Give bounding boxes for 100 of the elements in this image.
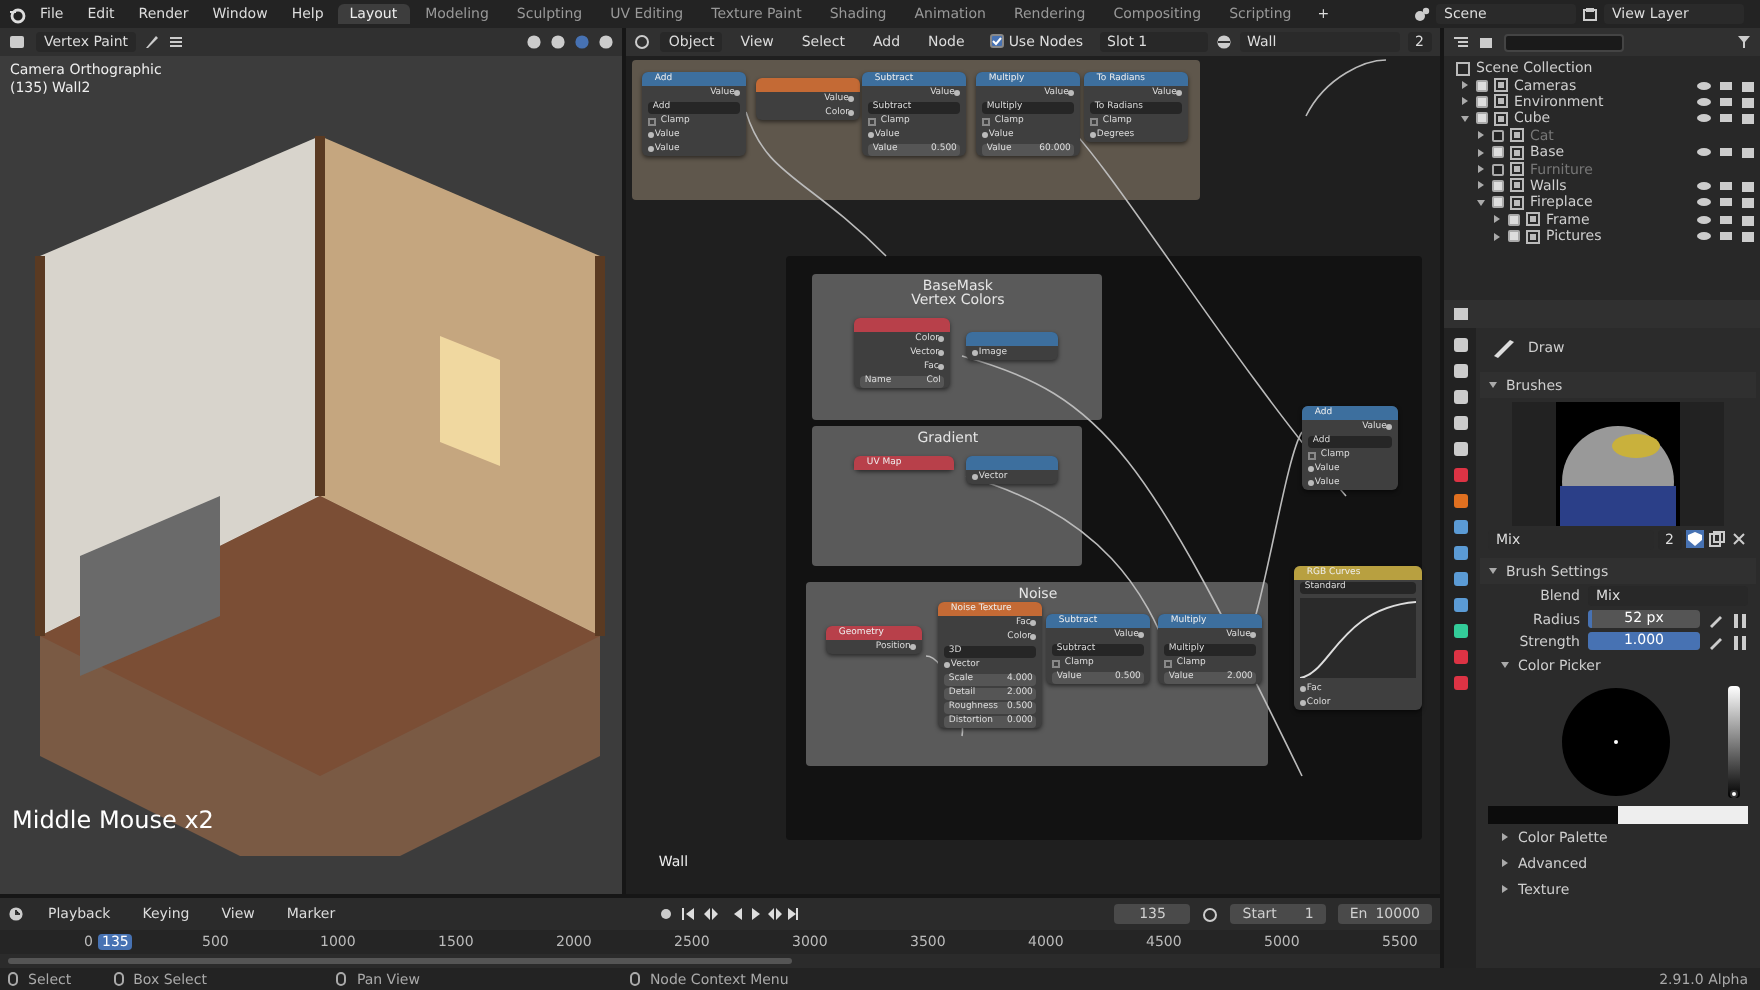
collection-checkbox[interactable] — [1508, 230, 1520, 243]
secondary-color-swatch[interactable] — [1618, 806, 1748, 824]
collection-checkbox[interactable] — [1476, 79, 1488, 92]
close-icon[interactable] — [1730, 530, 1748, 548]
collapse-arrow-icon[interactable] — [1488, 566, 1498, 576]
socket-icon — [648, 132, 655, 138]
fake-user-shield-icon[interactable] — [1686, 530, 1704, 548]
material-icon[interactable] — [1215, 34, 1232, 50]
display-mode-icon[interactable] — [1478, 34, 1496, 50]
primary-color-swatch[interactable] — [1488, 806, 1618, 824]
expand-arrow-icon[interactable] — [1500, 858, 1510, 868]
curve-graph — [1300, 598, 1417, 678]
socket-icon — [1300, 686, 1307, 692]
socket-icon — [1090, 132, 1097, 138]
collection-checkbox[interactable] — [1508, 213, 1520, 226]
menu-icon[interactable] — [168, 34, 185, 50]
node-checkbox[interactable] — [1164, 659, 1173, 667]
record-icon[interactable] — [657, 906, 674, 922]
expand-arrow-icon[interactable] — [1476, 164, 1486, 175]
blender-logo-icon[interactable] — [8, 5, 26, 23]
node-checkbox[interactable] — [982, 117, 991, 125]
visibility-toggles-icon[interactable] — [1696, 95, 1756, 108]
collapse-arrow-icon[interactable] — [1488, 380, 1498, 390]
clock-icon[interactable] — [8, 906, 26, 922]
unified-settings-icon[interactable] — [1732, 633, 1748, 649]
collapse-arrow-icon[interactable] — [1460, 113, 1470, 124]
socket-icon — [944, 662, 951, 668]
collection-checkbox[interactable] — [1492, 179, 1504, 192]
socket-icon — [868, 132, 875, 138]
socket-icon — [982, 132, 989, 138]
collection-checkbox[interactable] — [1492, 196, 1504, 209]
socket-icon — [1068, 90, 1075, 96]
node-checkbox[interactable] — [1090, 117, 1099, 125]
socket-icon — [1138, 632, 1145, 638]
expand-arrow-icon[interactable] — [1500, 884, 1510, 894]
mouse-icon — [336, 972, 347, 986]
socket-icon — [972, 474, 979, 480]
socket-icon — [1030, 634, 1037, 640]
unified-settings-icon[interactable] — [1732, 611, 1748, 627]
scene-icon[interactable] — [1414, 6, 1430, 22]
collection-checkbox[interactable] — [1492, 129, 1504, 142]
color-wheel[interactable] — [1560, 686, 1672, 798]
collection-icon — [1456, 61, 1470, 76]
collection-checkbox[interactable] — [1492, 146, 1504, 159]
value-slider[interactable] — [1728, 686, 1740, 798]
filter-icon[interactable] — [1736, 34, 1752, 50]
search-field[interactable] — [1504, 33, 1624, 51]
socket-icon — [1030, 620, 1037, 626]
mouse-icon — [629, 972, 640, 986]
collection-checkbox[interactable] — [1476, 95, 1488, 108]
mouse-icon — [8, 972, 18, 986]
stopwatch-icon[interactable] — [1202, 906, 1219, 922]
value-slider-thumb[interactable] — [1730, 790, 1738, 798]
socket-icon — [1386, 424, 1393, 430]
socket-icon — [938, 350, 945, 356]
socket-icon — [1250, 632, 1257, 638]
brush-icon — [1492, 338, 1516, 358]
visibility-toggles-icon[interactable] — [1696, 196, 1756, 209]
visibility-toggles-icon[interactable] — [1696, 230, 1756, 243]
expand-arrow-icon[interactable] — [1500, 832, 1510, 842]
visibility-toggles-icon[interactable] — [1696, 79, 1756, 92]
collection-checkbox[interactable] — [1492, 163, 1504, 176]
view-layer-icon[interactable] — [1582, 6, 1598, 22]
editor-type-icon[interactable] — [634, 34, 653, 50]
socket-icon — [1308, 480, 1315, 486]
socket-icon — [1300, 700, 1307, 706]
socket-icon — [972, 350, 979, 356]
socket-icon — [848, 110, 855, 116]
socket-icon — [1176, 90, 1183, 96]
expand-arrow-icon[interactable] — [1476, 130, 1486, 141]
node-checkbox[interactable] — [868, 117, 877, 125]
expand-arrow-icon[interactable] — [1492, 214, 1502, 225]
visibility-toggles-icon[interactable] — [1696, 112, 1756, 125]
visibility-toggles-icon[interactable] — [1696, 213, 1756, 226]
playback-controls-icon[interactable] — [679, 906, 800, 922]
socket-icon — [848, 96, 855, 102]
socket-icon — [910, 644, 917, 650]
visibility-toggles-icon[interactable] — [1696, 146, 1756, 159]
node-checkbox[interactable] — [1052, 659, 1061, 667]
collapse-arrow-icon[interactable] — [1500, 660, 1510, 670]
editor-type-icon[interactable] — [1452, 306, 1474, 322]
expand-arrow-icon[interactable] — [1460, 80, 1470, 91]
collapse-arrow-icon[interactable] — [1476, 197, 1486, 208]
use-nodes-checkbox[interactable] — [990, 34, 1005, 48]
expand-arrow-icon[interactable] — [1492, 231, 1502, 242]
socket-icon — [648, 146, 655, 152]
expand-arrow-icon[interactable] — [1476, 180, 1486, 191]
socket-icon — [938, 364, 945, 370]
expand-arrow-icon[interactable] — [1460, 96, 1470, 107]
collection-checkbox[interactable] — [1476, 112, 1488, 125]
scrollbar[interactable] — [8, 958, 792, 964]
editor-type-icon[interactable] — [8, 34, 28, 50]
expand-arrow-icon[interactable] — [1476, 147, 1486, 158]
node-checkbox[interactable] — [1308, 451, 1317, 459]
list-icon[interactable] — [1452, 34, 1470, 50]
visibility-toggles-icon[interactable] — [1696, 179, 1756, 192]
brush-icon[interactable] — [144, 34, 161, 50]
duplicate-icon[interactable] — [1708, 530, 1726, 548]
node-checkbox[interactable] — [648, 117, 657, 125]
socket-icon — [954, 90, 961, 96]
